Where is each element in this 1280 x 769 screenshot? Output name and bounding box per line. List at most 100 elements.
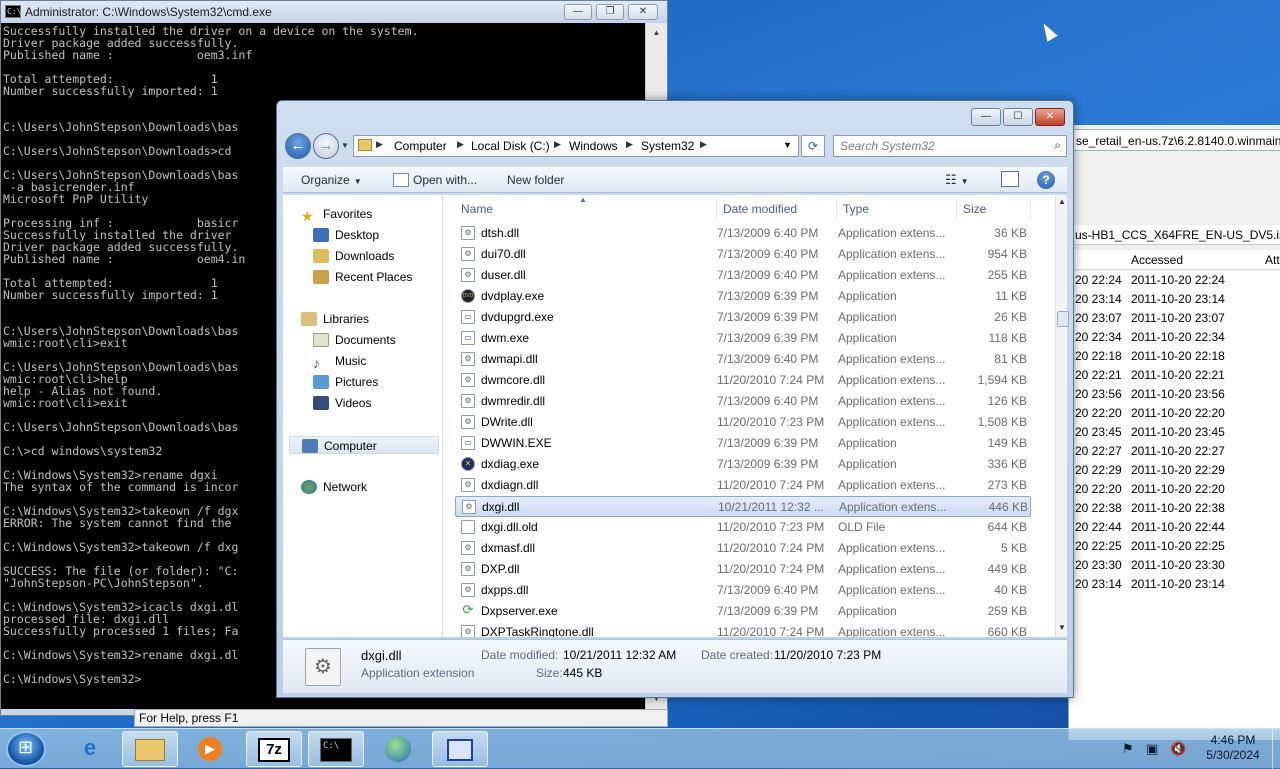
- archive-path-bar-secondary[interactable]: us-HB1_CCS_X64FRE_EN-US_DV5.iso\so: [1069, 225, 1280, 245]
- cmd-titlebar[interactable]: C:\ Administrator: C:\Windows\System32\c…: [1, 1, 667, 23]
- file-list[interactable]: Name ▲ Date modified Type Size ⚙ dtsh.dll…: [443, 195, 1055, 637]
- file-row[interactable]: ▭ DWWIN.EXE 7/13/2009 6:39 PM Application 14…: [455, 433, 1031, 454]
- back-button[interactable]: ←: [285, 133, 311, 159]
- file-row[interactable]: ▭ dwm.exe 7/13/2009 6:39 PM Application 118 …: [455, 328, 1031, 349]
- archive-row[interactable]: 20 22:25 2011-10-20 22:25: [1069, 537, 1280, 556]
- file-row[interactable]: ⚙ dtsh.dll 7/13/2009 6:40 PM Application ex…: [455, 223, 1031, 244]
- archive-file-list[interactable]: 20 22:24 2011-10-20 22:24 20 23:14 2011-10-…: [1069, 271, 1280, 731]
- network-status-icon[interactable]: ▣: [1146, 741, 1158, 757]
- file-row[interactable]: ⚙ dxgi.dll 10/21/2011 12:32 ... Application…: [455, 496, 1031, 517]
- start-button[interactable]: [6, 731, 46, 767]
- archive-row[interactable]: 20 23:07 2011-10-20 23:07: [1069, 309, 1280, 328]
- archive-row[interactable]: 20 23:56 2011-10-20 23:56: [1069, 385, 1280, 404]
- explorer-window[interactable]: — ☐ ✕ ← → ▼ ▶ Computer ▶ Local Disk (C:)…: [276, 100, 1074, 698]
- taskbar-internet-explorer[interactable]: e: [62, 731, 118, 767]
- taskbar-network-app[interactable]: [432, 731, 488, 767]
- file-row[interactable]: ⚙ duser.dll 7/13/2009 6:40 PM Application e…: [455, 265, 1031, 286]
- archive-window[interactable]: se_retail_en-us.7z\6.2.8140.0.winmain.1 …: [1068, 125, 1280, 740]
- file-row[interactable]: ⚙ dwmredir.dll 7/13/2009 6:40 PM Applicatio…: [455, 391, 1031, 412]
- volume-muted-icon[interactable]: 🔇: [1170, 741, 1186, 757]
- breadcrumb-computer[interactable]: Computer: [394, 139, 447, 153]
- cmd-restore-button[interactable]: ❐: [596, 4, 624, 20]
- archive-row[interactable]: 20 22:21 2011-10-20 22:21: [1069, 366, 1280, 385]
- scrollbar-thumb[interactable]: [1057, 311, 1069, 327]
- refresh-button[interactable]: ⟳: [801, 135, 825, 157]
- minimize-button[interactable]: —: [971, 108, 1001, 126]
- navigation-pane[interactable]: ★ Favorites Desktop Downloads Recent Plac…: [283, 195, 443, 637]
- file-row[interactable]: ⚙ DXP.dll 11/20/2010 7:24 PM Application ex…: [455, 559, 1031, 580]
- archive-row[interactable]: 20 22:20 2011-10-20 22:20: [1069, 404, 1280, 423]
- nav-music[interactable]: ♪ Music: [313, 352, 366, 371]
- nav-pictures[interactable]: Pictures: [313, 373, 378, 391]
- address-history-dropdown[interactable]: ▼: [783, 140, 792, 150]
- taskbar-7zip[interactable]: 7z: [246, 731, 302, 767]
- archive-row[interactable]: 20 22:34 2011-10-20 22:34: [1069, 328, 1280, 347]
- search-icon[interactable]: ⌕: [1054, 138, 1061, 153]
- archive-path-bar[interactable]: se_retail_en-us.7z\6.2.8140.0.winmain.1: [1069, 129, 1280, 151]
- scroll-down-icon[interactable]: ▼: [1057, 623, 1067, 632]
- nav-desktop[interactable]: Desktop: [313, 226, 379, 244]
- column-accessed[interactable]: Accessed: [1131, 253, 1183, 267]
- cmd-minimize-button[interactable]: —: [564, 4, 592, 20]
- action-center-flag-icon[interactable]: ⚑: [1122, 741, 1134, 757]
- file-row[interactable]: ⟳ Dxpserver.exe 7/13/2009 6:39 PM Applicati…: [455, 601, 1031, 622]
- file-row[interactable]: ⚙ dxpps.dll 7/13/2009 6:40 PM Application e…: [455, 580, 1031, 601]
- column-type[interactable]: Type: [837, 199, 957, 219]
- close-button[interactable]: ✕: [1035, 108, 1065, 126]
- file-row[interactable]: ⚙ dwmapi.dll 7/13/2009 6:40 PM Application …: [455, 349, 1031, 370]
- file-list-scrollbar[interactable]: ▲ ▼: [1055, 195, 1069, 637]
- taskbar-command-prompt[interactable]: C:\: [308, 731, 364, 767]
- nav-downloads[interactable]: Downloads: [313, 247, 394, 265]
- column-size[interactable]: Size: [957, 199, 1031, 219]
- nav-computer[interactable]: Computer: [289, 436, 439, 454]
- search-input[interactable]: Search System32 ⌕: [833, 135, 1067, 157]
- change-view-button[interactable]: ☷ ▼: [945, 172, 969, 188]
- nav-recent-places[interactable]: Recent Places: [313, 268, 412, 286]
- archive-row[interactable]: 20 22:27 2011-10-20 22:27: [1069, 442, 1280, 461]
- file-row[interactable]: ⚙ dxdiagn.dll 11/20/2010 7:24 PM Applicatio…: [455, 475, 1031, 496]
- archive-row[interactable]: 20 22:18 2011-10-20 22:18: [1069, 347, 1280, 366]
- archive-row[interactable]: 20 22:29 2011-10-20 22:29: [1069, 461, 1280, 480]
- recent-pages-dropdown[interactable]: ▼: [341, 141, 349, 150]
- column-attributes[interactable]: Att: [1265, 253, 1280, 267]
- breadcrumb[interactable]: ▶ Computer ▶ Local Disk (C:) ▶ Windows ▶…: [353, 135, 799, 157]
- help-icon[interactable]: ?: [1037, 171, 1055, 189]
- file-row[interactable]: ✕ dxdiag.exe 7/13/2009 6:39 PM Application 3…: [455, 454, 1031, 475]
- maximize-button[interactable]: ☐: [1003, 108, 1033, 126]
- archive-row[interactable]: 20 22:38 2011-10-20 22:38: [1069, 499, 1280, 518]
- chevron-right-icon[interactable]: ▶: [626, 139, 633, 150]
- nav-network[interactable]: Network: [301, 478, 367, 496]
- cmd-close-button[interactable]: ✕: [628, 4, 658, 20]
- archive-row[interactable]: 20 22:24 2011-10-20 22:24: [1069, 271, 1280, 290]
- file-row[interactable]: ⚙ DXPTaskRingtone.dll 11/20/2010 7:24 PM Ap…: [455, 622, 1031, 637]
- open-with-button[interactable]: Open with...: [413, 173, 477, 187]
- new-folder-button[interactable]: New folder: [507, 173, 564, 187]
- file-row[interactable]: ⚙ dxmasf.dll 11/20/2010 7:24 PM Application…: [455, 538, 1031, 559]
- scroll-up-icon[interactable]: ▲: [648, 25, 665, 41]
- breadcrumb-system32[interactable]: System32: [641, 139, 694, 153]
- file-row[interactable]: ⚙ dui70.dll 7/13/2009 6:40 PM Application e…: [455, 244, 1031, 265]
- file-row[interactable]: dxgi.dll.old 11/20/2010 7:23 PM OLD File 64…: [455, 517, 1031, 538]
- system-clock[interactable]: 4:46 PM 5/30/2024: [1196, 733, 1270, 763]
- file-row[interactable]: DVD dvdplay.exe 7/13/2009 6:39 PM Applicati…: [455, 286, 1031, 307]
- chevron-right-icon[interactable]: ▶: [554, 139, 561, 150]
- preview-pane-button[interactable]: [1001, 171, 1019, 187]
- taskbar-media-player[interactable]: ▶: [182, 731, 238, 767]
- scroll-up-icon[interactable]: ▲: [1057, 197, 1067, 206]
- show-desktop-button[interactable]: [1272, 729, 1280, 769]
- file-row[interactable]: ⚙ DWrite.dll 11/20/2010 7:23 PM Application…: [455, 412, 1031, 433]
- breadcrumb-local-disk[interactable]: Local Disk (C:): [471, 139, 550, 153]
- chevron-right-icon[interactable]: ▶: [457, 139, 464, 150]
- nav-documents[interactable]: Documents: [313, 331, 396, 349]
- file-row[interactable]: ▭ dvdupgrd.exe 7/13/2009 6:39 PM Applicatio…: [455, 307, 1031, 328]
- file-row[interactable]: ⚙ dwmcore.dll 11/20/2010 7:24 PM Applicatio…: [455, 370, 1031, 391]
- taskbar-windows-explorer[interactable]: [122, 731, 178, 767]
- archive-row[interactable]: 20 22:20 2011-10-20 22:20: [1069, 480, 1280, 499]
- nav-favorites[interactable]: ★ Favorites: [301, 205, 372, 224]
- archive-row[interactable]: 20 23:14 2011-10-20 23:14: [1069, 290, 1280, 309]
- column-date-modified[interactable]: Date modified: [717, 199, 837, 219]
- nav-libraries[interactable]: Libraries: [301, 310, 369, 328]
- forward-button[interactable]: →: [313, 133, 339, 159]
- chevron-right-icon[interactable]: ▶: [700, 139, 707, 150]
- archive-row[interactable]: 20 23:14 2011-10-20 23:14: [1069, 575, 1280, 594]
